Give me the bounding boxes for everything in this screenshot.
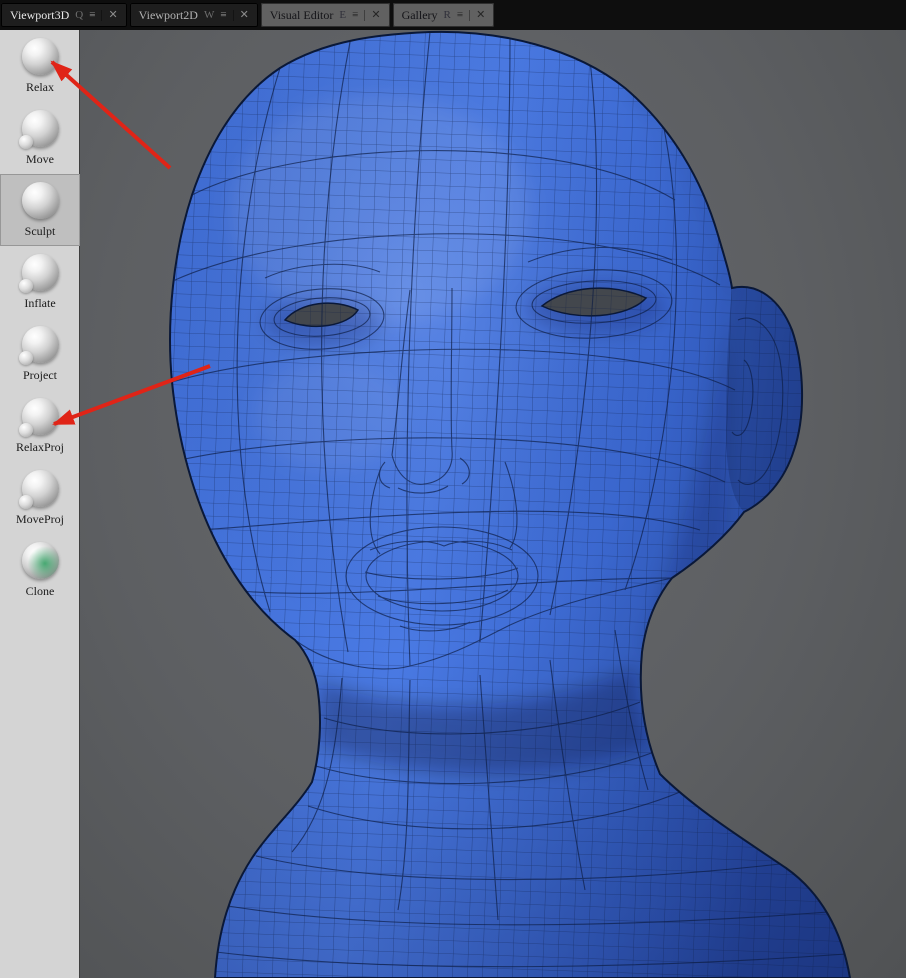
tool-clone[interactable]: Clone — [0, 534, 80, 606]
tab-bar: Viewport3D Q ≡ ✕ Viewport2D W ≡ ✕ Visual… — [0, 0, 906, 30]
tab-hotkey: R — [443, 9, 451, 21]
tab-viewport3d[interactable]: Viewport3D Q ≡ ✕ — [1, 3, 127, 27]
tab-close-icon[interactable]: ✕ — [364, 9, 381, 21]
tab-close-icon[interactable]: ✕ — [469, 9, 485, 21]
tab-viewport2d[interactable]: Viewport2D W ≡ ✕ — [129, 3, 258, 27]
tool-moveproj[interactable]: MoveProj — [0, 462, 80, 534]
tool-relaxproj[interactable]: RelaxProj — [0, 390, 80, 462]
tool-relax[interactable]: Relax — [0, 30, 80, 102]
inflate-tool-icon — [18, 253, 59, 293]
tab-close-icon[interactable]: ✕ — [101, 9, 118, 21]
application-window: Viewport3D Q ≡ ✕ Viewport2D W ≡ ✕ Visual… — [0, 0, 906, 978]
tool-label: Relax — [26, 79, 54, 94]
tool-label: MoveProj — [16, 511, 64, 526]
tool-project[interactable]: Project — [0, 318, 80, 390]
tab-hotkey: Q — [75, 9, 84, 21]
relax-tool-icon — [21, 37, 59, 75]
tab-hotkey: W — [203, 9, 215, 21]
project-tool-icon — [18, 325, 59, 365]
moveproj-tool-icon — [18, 469, 59, 509]
tab-label: Viewport3D — [10, 7, 70, 22]
sculpt-tool-panel: Relax Move Sculpt Inflate Project RelaxP… — [0, 30, 80, 978]
tool-sculpt[interactable]: Sculpt — [0, 174, 80, 246]
tool-label: Sculpt — [24, 223, 56, 238]
tab-menu-icon[interactable]: ≡ — [89, 9, 95, 21]
sculpt-tool-icon — [21, 181, 59, 219]
tab-gallery[interactable]: Gallery R ≡ ✕ — [392, 3, 495, 27]
tab-label: Viewport2D — [138, 7, 198, 22]
tab-visual-editor[interactable]: Visual Editor E ≡ ✕ — [260, 3, 390, 27]
tool-label: RelaxProj — [16, 439, 64, 454]
tab-menu-icon[interactable]: ≡ — [352, 9, 358, 21]
tool-label: Inflate — [24, 295, 56, 310]
tab-label: Gallery — [401, 7, 438, 22]
relaxproj-tool-icon — [18, 397, 59, 437]
tab-close-icon[interactable]: ✕ — [232, 9, 249, 21]
tool-label: Clone — [25, 583, 55, 598]
tool-label: Project — [23, 367, 57, 382]
tab-menu-icon[interactable]: ≡ — [457, 9, 463, 21]
tool-label: Move — [26, 151, 54, 166]
head-mesh — [169, 30, 851, 978]
viewport-3d-canvas[interactable] — [80, 30, 906, 978]
clone-tool-icon — [21, 541, 59, 579]
move-tool-icon — [18, 109, 59, 149]
tab-hotkey: E — [339, 9, 347, 21]
tab-menu-icon[interactable]: ≡ — [220, 9, 226, 21]
tab-label: Visual Editor — [269, 7, 334, 22]
tool-inflate[interactable]: Inflate — [0, 246, 80, 318]
tool-move[interactable]: Move — [0, 102, 80, 174]
